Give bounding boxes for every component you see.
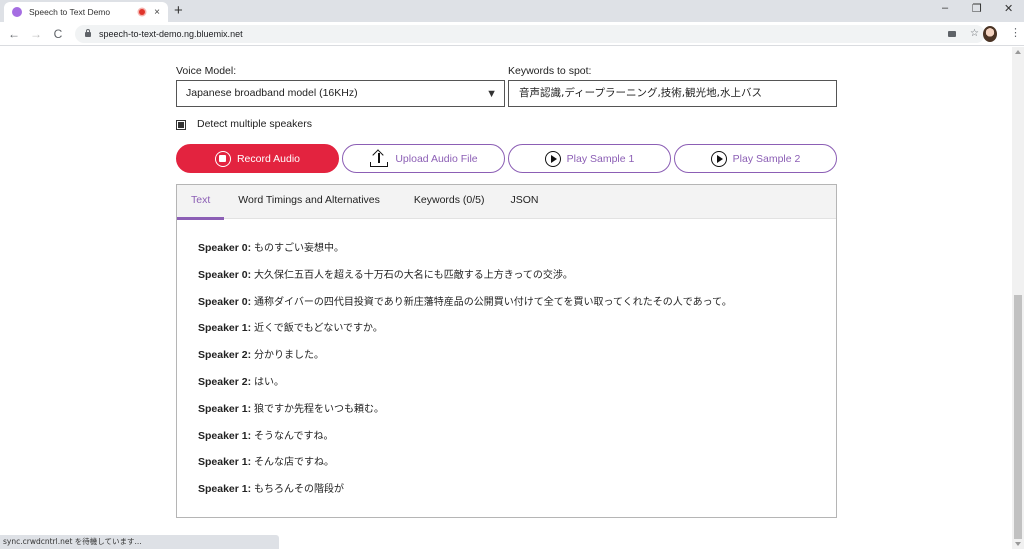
transcript: Speaker 0: ものすごい妄想中。 Speaker 0: 大久保仁五百人を… bbox=[177, 219, 836, 509]
star-icon[interactable]: ☆ bbox=[970, 28, 979, 39]
tab-title: Speech to Text Demo bbox=[29, 7, 111, 17]
profile-avatar[interactable] bbox=[983, 26, 997, 42]
voice-model-value: Japanese broadband model (16KHz) bbox=[186, 87, 358, 99]
transcript-line: Speaker 1: 近くで飯でもどないですか。 bbox=[198, 321, 836, 348]
dropdown-arrow-icon: ▼ bbox=[486, 88, 497, 100]
transcript-text: そんな店ですね。 bbox=[254, 457, 335, 469]
scroll-up-arrow-icon[interactable] bbox=[1015, 50, 1021, 54]
detect-speakers-checkbox[interactable] bbox=[176, 120, 186, 130]
speaker-label: Speaker 1: bbox=[198, 322, 252, 335]
speaker-label: Speaker 1: bbox=[198, 429, 252, 442]
transcript-text: 分かりました。 bbox=[254, 350, 325, 362]
transcript-line: Speaker 1: そんな店ですね。 bbox=[198, 455, 836, 482]
record-audio-button[interactable]: Record Audio bbox=[176, 144, 339, 173]
play-icon bbox=[710, 150, 727, 167]
maximize-button[interactable]: ❐ bbox=[972, 2, 982, 15]
transcript-line: Speaker 2: はい。 bbox=[198, 375, 836, 402]
transcript-text: 大久保仁五百人を超える十万石の大名にも匹敵する上方きっての交渉。 bbox=[254, 269, 573, 281]
play-sample-1-label: Play Sample 1 bbox=[566, 152, 635, 165]
transcript-line: Speaker 0: 通称ダイバーの四代目投資であり新庄藩特産品の公開買い付けて… bbox=[198, 295, 836, 322]
speaker-label: Speaker 1: bbox=[198, 402, 252, 415]
play-icon bbox=[544, 150, 561, 167]
keywords-input[interactable]: 音声認識,ディープラーニング,技術,観光地,水上バス bbox=[508, 80, 837, 107]
speaker-label: Speaker 1: bbox=[198, 483, 252, 496]
speaker-label: Speaker 2: bbox=[198, 375, 252, 388]
speaker-label: Speaker 0: bbox=[198, 242, 252, 254]
minimize-button[interactable]: – bbox=[942, 2, 948, 14]
browser-tab[interactable]: Speech to Text Demo × bbox=[4, 2, 168, 22]
transcript-line: Speaker 0: 大久保仁五百人を超える十万石の大名にも匹敵する上方きっての… bbox=[198, 268, 836, 295]
play-sample-2-button[interactable]: Play Sample 2 bbox=[674, 144, 837, 173]
stop-icon bbox=[214, 150, 231, 167]
new-tab-button[interactable]: + bbox=[174, 2, 183, 20]
transcript-text: 通称ダイバーの四代目投資であり新庄藩特産品の公開買い付けて全てを買い取ってくれた… bbox=[254, 296, 732, 308]
reload-button[interactable]: C bbox=[47, 27, 69, 41]
speaker-label: Speaker 0: bbox=[198, 268, 252, 281]
browser-tabstrip: Speech to Text Demo × + – ❐ ✕ bbox=[0, 0, 1024, 22]
transcript-text: そうなんですね。 bbox=[254, 430, 334, 442]
detect-speakers-label: Detect multiple speakers bbox=[197, 118, 312, 130]
voice-model-label: Voice Model: bbox=[176, 65, 237, 77]
favicon-icon bbox=[12, 7, 22, 17]
speaker-label: Speaker 0: bbox=[198, 295, 252, 308]
tab-text[interactable]: Text bbox=[177, 185, 225, 220]
close-tab-icon[interactable]: × bbox=[154, 7, 160, 18]
tab-json[interactable]: JSON bbox=[499, 185, 553, 218]
keywords-label: Keywords to spot: bbox=[508, 65, 592, 77]
page-scrollbar[interactable] bbox=[1012, 47, 1024, 549]
transcript-text: 近くで飯でもどないですか。 bbox=[254, 323, 383, 335]
play-sample-2-label: Play Sample 2 bbox=[732, 152, 801, 165]
results-panel: Text Word Timings and Alternatives Keywo… bbox=[176, 184, 837, 518]
browser-toolbar: ← → C speech-to-text-demo.ng.bluemix.net… bbox=[0, 22, 1024, 46]
play-sample-1-button[interactable]: Play Sample 1 bbox=[508, 144, 671, 173]
scroll-down-arrow-icon[interactable] bbox=[1015, 542, 1021, 546]
transcript-line: Speaker 1: もちろんその階段が bbox=[198, 482, 836, 509]
speaker-label: Speaker 1: bbox=[198, 456, 252, 469]
upload-icon bbox=[369, 148, 389, 168]
voice-model-select[interactable]: Japanese broadband model (16KHz) ▼ bbox=[176, 80, 505, 107]
scrollbar-thumb[interactable] bbox=[1014, 295, 1022, 539]
status-bar: sync.crwdcntrl.net を待機しています... bbox=[0, 535, 279, 549]
transcript-text: はい。 bbox=[254, 376, 285, 388]
browser-menu-icon[interactable]: ⋮ bbox=[1010, 26, 1021, 40]
upload-audio-button[interactable]: Upload Audio File bbox=[342, 144, 505, 173]
back-button[interactable]: ← bbox=[3, 27, 25, 41]
results-tabs: Text Word Timings and Alternatives Keywo… bbox=[177, 185, 836, 220]
transcript-line: Speaker 2: 分かりました。 bbox=[198, 348, 836, 375]
tab-word-timings[interactable]: Word Timings and Alternatives bbox=[224, 185, 394, 218]
tab-keywords[interactable]: Keywords (0/5) bbox=[394, 185, 499, 218]
upload-audio-label: Upload Audio File bbox=[395, 152, 478, 165]
speaker-label: Speaker 2: bbox=[198, 349, 252, 362]
address-bar[interactable]: speech-to-text-demo.ng.bluemix.net ☆ bbox=[75, 24, 985, 43]
lock-icon bbox=[85, 29, 91, 37]
transcript-line: Speaker 1: そうなんですね。 bbox=[198, 429, 836, 456]
camera-icon[interactable] bbox=[948, 30, 957, 37]
transcript-text: もちろんその階段が bbox=[254, 484, 345, 496]
transcript-line: Speaker 1: 狼ですか先程をいつも頼む。 bbox=[198, 402, 836, 429]
forward-button[interactable]: → bbox=[25, 27, 47, 41]
record-audio-label: Record Audio bbox=[236, 152, 301, 165]
url-text: speech-to-text-demo.ng.bluemix.net bbox=[99, 28, 243, 39]
transcript-text: 狼ですか先程をいつも頼む。 bbox=[254, 403, 385, 415]
recording-indicator-icon bbox=[139, 9, 146, 15]
transcript-text: ものすごい妄想中。 bbox=[254, 243, 345, 254]
close-window-button[interactable]: ✕ bbox=[1004, 2, 1013, 15]
transcript-line: Speaker 0: ものすごい妄想中。 bbox=[198, 241, 836, 268]
